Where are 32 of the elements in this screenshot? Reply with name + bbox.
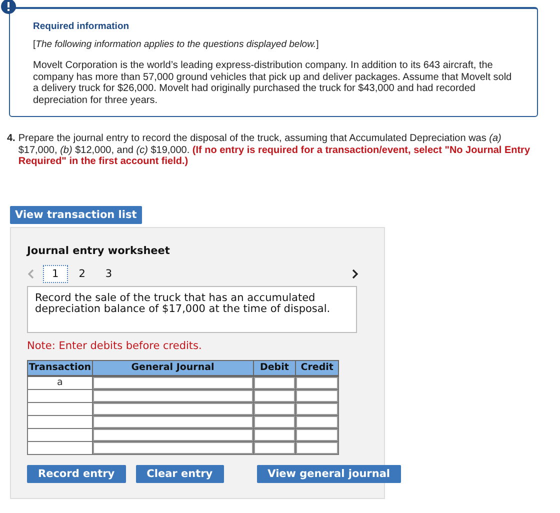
entry-description: Record the sale of the truck that has an accumulated depreciation balance of $17,000 at the time of disposal. (27, 286, 357, 332)
column-header: Transaction (28, 360, 92, 376)
page-tab[interactable]: 1 (43, 264, 68, 282)
credit-field[interactable] (296, 442, 338, 454)
record-entry-button[interactable]: Record entry (27, 464, 126, 482)
account-field[interactable] (92, 390, 253, 402)
column-header: General Journal (92, 360, 254, 376)
view-transaction-list-button[interactable]: View transaction list (10, 206, 142, 224)
info-paragraph: Movelt Corporation is the world’s leading express-distribution company. In addition to its 643 aircraft, the company has more than 57,000 ground vehicles that pick up and deliver packages. Assume that Movelt sold a delivery truck for $26,000. Movelt had originally purchased the truck for $43,000 and had recorded depreciation for three years. (33, 60, 513, 106)
question-text: Prepare the journal entry to record the disposal of the truck, assuming that Accumulated Depreciation was (a) $17,000, (b) $12,000, and (c) $19,000. (If no entry is required for a transaction/event, select "No Journal Entry Required" in the first account field.) (18, 133, 530, 168)
credit-field[interactable] (296, 402, 338, 414)
page-tab[interactable]: 3 (96, 264, 122, 282)
credit-note: Note: Enter debits before credits. (27, 340, 203, 352)
credit-field[interactable] (296, 376, 338, 388)
credit-field[interactable] (296, 428, 338, 440)
info-title: Required information (33, 21, 130, 32)
account-field[interactable] (92, 376, 253, 388)
clear-entry-button[interactable]: Clear entry (136, 464, 224, 482)
credit-field[interactable] (296, 390, 338, 402)
column-header: Debit (253, 360, 296, 376)
credit-field[interactable] (296, 416, 338, 428)
worksheet-title: Journal entry worksheet (27, 244, 171, 256)
account-field[interactable] (92, 428, 253, 440)
account-field[interactable] (92, 402, 253, 414)
alert-icon (1, 0, 16, 14)
column-header: Credit (296, 360, 338, 376)
page-tab[interactable]: 2 (70, 264, 94, 282)
intro-text: [The following information applies to the questions displayed below.] (33, 39, 320, 50)
view-general-journal-button[interactable]: View general journal (256, 464, 402, 482)
account-field[interactable] (92, 416, 253, 428)
question-number: 4. (7, 133, 16, 146)
account-field[interactable] (92, 442, 253, 454)
